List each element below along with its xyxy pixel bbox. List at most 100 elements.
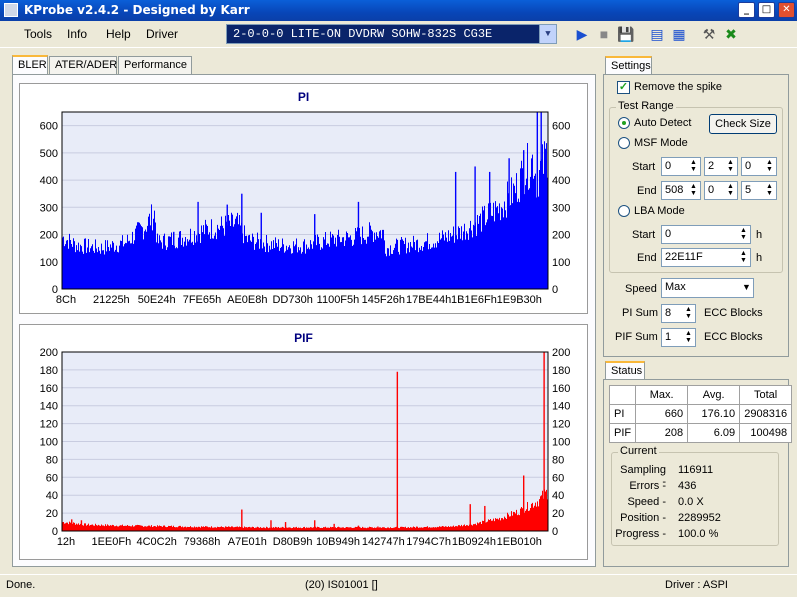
spin-arrows-icon[interactable]: ▲ ▼ [683,306,694,321]
bler-panel: PI 600 600 500 500 400 400 300 300 200 200 100 100 0… [12,74,596,567]
status-cell: 176.10 [687,404,741,424]
msf-end-frame[interactable]: 5 ▲ ▼ [741,181,777,200]
y-tick-label: 80 [46,454,58,466]
msf-mode-label: MSF Mode [634,137,688,149]
tab-settings[interactable]: Settings [605,56,652,76]
y-tick-label-right: 140 [552,401,570,413]
y-tick-label: 500 [40,148,58,160]
pi-plot: 600 600500 500400 400300 300200 200100 1000 08C… [40,111,570,306]
drive-select[interactable]: 2-0-0-0 LITE-ON DVDRW SOHW-832S CG3E ▼ [226,24,557,44]
y-tick-label: 400 [40,175,58,187]
y-tick-label-right: 200 [552,230,570,242]
tab-status[interactable]: Status [605,361,645,381]
pi-chart: PI 600 600 500 500 400 400 300 300 200 200 100 100 0… [19,83,588,314]
app-icon [4,3,18,17]
spin-arrows-icon[interactable]: ▲ ▼ [688,159,699,174]
x-tick-label: 4C0C2h [136,536,176,548]
y-tick-label-right: 80 [552,454,564,466]
tools-icon[interactable]: ⚒ [700,25,718,43]
chevron-down-icon[interactable]: ▼ [539,25,556,43]
close-icon[interactable]: ✕ [778,2,795,18]
x-tick-label: DD730h [272,294,312,306]
maximize-icon[interactable]: □ [758,2,775,18]
tab-ater-ader[interactable]: ATER/ADER [49,56,117,74]
progress-label: Progress - [615,528,666,540]
spin-arrows-icon[interactable]: ▲ ▼ [725,159,736,174]
status-cell: PI [608,404,637,424]
pif-sum-field[interactable]: 1 ▲ ▼ [661,328,696,347]
y-tick-label-right: 100 [552,257,570,269]
tab-bler[interactable]: BLER [12,55,48,75]
menu-tools[interactable]: Tools [24,27,52,41]
x-tick-label: 1B0924h [452,536,496,548]
spin-arrows-icon[interactable]: ▲ ▼ [738,227,749,242]
speed-label: Speed [625,283,657,295]
remove-spike-checkbox[interactable]: ✓ [617,81,630,94]
status-driver: Driver : ASPI [665,579,728,591]
msf-end-min[interactable]: 508 ▲ ▼ [661,181,701,200]
lba-mode-radio[interactable] [618,205,630,217]
x-tick-label: 1EB010h [497,536,542,548]
check-size-button[interactable]: Check Size [709,114,777,134]
pif-plot: 200 200180 180160 160140 140120 120100 10080 80… [40,347,571,548]
speed-status-value: 0.0 X [678,496,704,508]
play-icon[interactable]: ▶ [573,25,591,43]
status-header-cell [608,385,637,405]
menu-driver[interactable]: Driver [146,27,178,41]
y-tick-label: 180 [40,365,58,377]
lba-start-field[interactable]: 0 ▲ ▼ [661,225,751,244]
status-header-cell: Max. [635,385,689,405]
y-tick-label: 140 [40,401,58,413]
current-title: Current [618,445,659,457]
pi-sum-field[interactable]: 8 ▲ ▼ [661,304,696,323]
position-value: 2289952 [678,512,721,524]
lba-mode-label: LBA Mode [634,205,685,217]
msf-start-sec[interactable]: 2 ▲ ▼ [704,157,738,176]
y-tick-label-right: 60 [552,472,564,484]
auto-detect-radio[interactable] [618,117,630,129]
spin-arrows-icon[interactable]: ▲ ▼ [683,330,694,345]
msf-end-sec[interactable]: 0 ▲ ▼ [704,181,738,200]
lba-end-field[interactable]: 22E11F ▲ ▼ [661,248,751,267]
logo-icon[interactable]: ✖ [722,25,740,43]
stop-icon[interactable]: ■ [595,25,613,43]
x-tick-label: AE0E8h [227,294,267,306]
status-cell: 208 [635,423,689,443]
auto-detect-label: Auto Detect [634,117,692,129]
speed-select[interactable]: Max ▼ [661,278,754,298]
x-tick-label: 142747h [362,536,405,548]
remove-spike-label: Remove the spike [634,81,723,93]
msf-start-frame[interactable]: 0 ▲ ▼ [741,157,777,176]
save-icon[interactable]: 💾 [617,25,635,43]
y-tick-label: 60 [46,472,58,484]
spin-arrows-icon[interactable]: ▲ ▼ [764,159,775,174]
status-row: PI 660 176.10 2908316 [608,404,793,424]
menu-info[interactable]: Info [67,27,87,41]
x-tick-label: 17BE44h [406,294,451,306]
tab-performance[interactable]: Performance [118,56,192,74]
x-tick-label: 1100F5h [317,294,360,306]
lba-end-label: End [637,252,657,264]
y-tick-label: 120 [40,419,58,431]
x-tick-label: 145F26h [362,294,405,306]
minimize-icon[interactable]: _ [738,2,755,18]
table-icon[interactable]: ▦ [670,25,688,43]
msf-mode-radio[interactable] [618,137,630,149]
lba-start-hex-label: h [756,229,763,241]
status-cell: 6.09 [687,423,741,443]
lba-start-label: Start [632,229,656,241]
spin-arrows-icon[interactable]: ▲ ▼ [738,250,749,265]
spin-arrows-icon[interactable]: ▲ ▼ [688,183,699,198]
y-tick-label: 100 [40,437,58,449]
x-tick-label: 21225h [93,294,130,306]
x-tick-label: 12h [57,536,75,548]
chevron-down-icon[interactable]: ▼ [741,280,752,295]
status-bar: Done. (20) IS01001 [] Driver : ASPI [0,574,797,597]
spin-arrows-icon[interactable]: ▲ ▼ [725,183,736,198]
split-view-icon[interactable]: ▤ [648,25,666,43]
spin-arrows-icon[interactable]: ▲ ▼ [764,183,775,198]
menu-help[interactable]: Help [106,27,131,41]
x-tick-label: 1EE0Fh [91,536,131,548]
y-tick-label-right: 160 [552,383,570,395]
msf-start-min[interactable]: 0 ▲ ▼ [661,157,701,176]
